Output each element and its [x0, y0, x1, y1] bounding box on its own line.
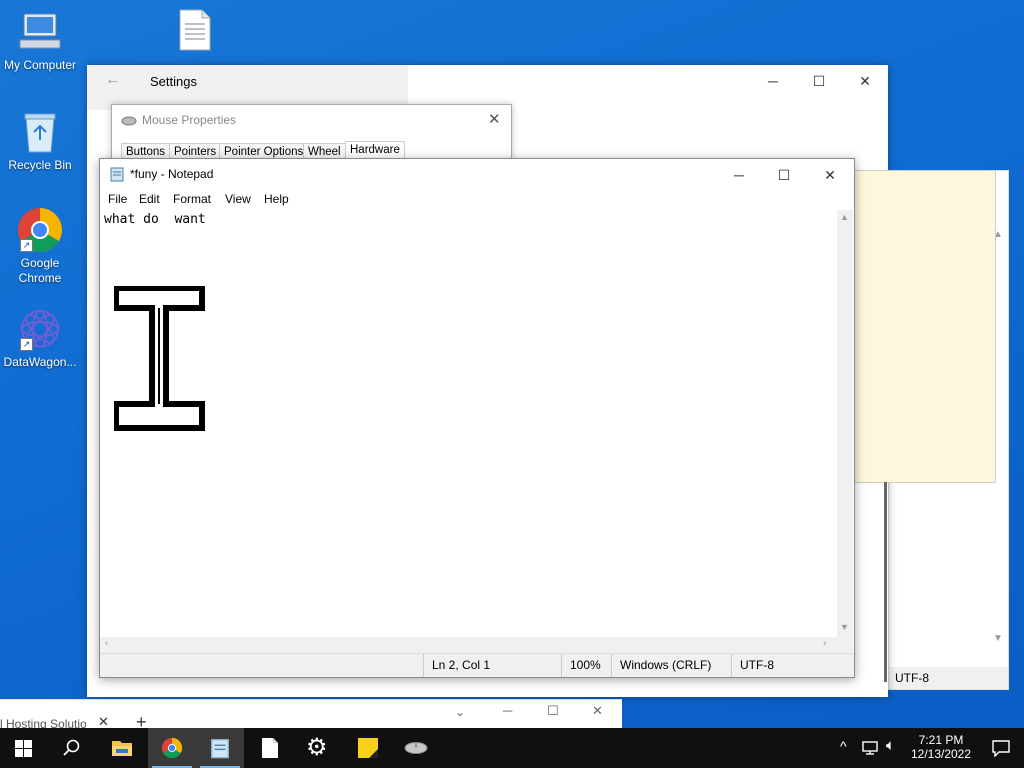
mouse-icon [404, 742, 428, 754]
menu-help[interactable]: Help [264, 192, 289, 206]
datawagon-icon: ↗ [16, 305, 64, 353]
notifications-button[interactable] [980, 728, 1024, 768]
maximize-button[interactable]: ☐ [761, 159, 807, 191]
scroll-left-icon[interactable]: ‹ [105, 638, 108, 649]
chevron-up-icon[interactable]: ^ [840, 738, 847, 754]
taskbar-settings[interactable]: ⚙ [294, 728, 342, 768]
notification-icon [992, 740, 1010, 757]
search-icon [63, 739, 80, 756]
notepad-title: *funy - Notepad [130, 167, 214, 181]
scroll-down-icon[interactable]: ▼ [993, 633, 1003, 644]
taskbar: ⚙ ^ 🔈︎ 7:21 PM 12/13/2022 [0, 728, 1024, 768]
zoom-level: 100% [561, 654, 610, 677]
menu-bar: File Edit Format View Help [100, 190, 854, 210]
desktop-icon-recycle-bin[interactable]: Recycle Bin [0, 108, 80, 173]
mouse-icon [121, 116, 137, 126]
clock-date: 12/13/2022 [910, 747, 972, 761]
chrome-icon [161, 737, 183, 759]
window-divider [884, 482, 887, 682]
taskbar-notepad[interactable] [196, 728, 244, 768]
text-file-icon [178, 8, 212, 52]
shortcut-arrow-icon: ↗ [20, 239, 33, 252]
cursor-position: Ln 2, Col 1 [423, 654, 552, 677]
line-ending: Windows (CRLF) [611, 654, 722, 677]
mouse-properties-dialog[interactable]: Mouse Properties ✕ Buttons Pointers Poin… [111, 104, 512, 164]
menu-file[interactable]: File [108, 192, 127, 206]
encoding-label: UTF-8 [895, 671, 929, 685]
encoding: UTF-8 [731, 654, 840, 677]
horizontal-scrollbar[interactable]: ‹ › [100, 637, 837, 653]
computer-icon [16, 8, 64, 56]
scroll-up-icon[interactable]: ▲ [840, 212, 849, 222]
settings-icon: ⚙ [306, 734, 328, 761]
desktop-icon-label: DataWagon... [3, 355, 77, 369]
minimize-icon[interactable]: ─ [503, 703, 512, 718]
close-button[interactable]: ✕ [842, 65, 888, 97]
scroll-down-icon[interactable]: ▼ [840, 622, 849, 632]
sticky-notes-icon [358, 738, 378, 758]
chevron-down-icon[interactable]: ⌄ [455, 705, 465, 719]
taskbar-document[interactable] [246, 728, 294, 768]
maximize-icon[interactable]: ☐ [547, 703, 559, 719]
notepad-titlebar: *funy - Notepad ─ ☐ ✕ [100, 159, 854, 190]
network-icon[interactable] [862, 740, 880, 756]
minimize-button[interactable]: ─ [750, 65, 796, 97]
close-icon[interactable]: ✕ [488, 110, 501, 128]
taskbar-sticky-notes[interactable] [344, 728, 392, 768]
document-icon [262, 738, 278, 758]
taskbar-chrome[interactable] [148, 728, 196, 768]
clock[interactable]: 7:21 PM 12/13/2022 [905, 728, 977, 768]
clock-time: 7:21 PM [918, 733, 964, 747]
status-bar: Ln 2, Col 1 100% Windows (CRLF) UTF-8 [100, 653, 854, 677]
text-editor[interactable]: what do want [100, 210, 837, 637]
taskbar-mouse-properties[interactable] [392, 728, 440, 768]
dialog-title: Mouse Properties [142, 113, 237, 127]
menu-edit[interactable]: Edit [139, 192, 160, 206]
desktop-icon-google-chrome[interactable]: ↗ Google Chrome [0, 206, 80, 286]
taskbar-file-explorer[interactable] [98, 728, 146, 768]
i-beam-cursor-icon [114, 286, 205, 431]
maximize-button[interactable]: ☐ [796, 65, 842, 97]
shortcut-arrow-icon: ↗ [20, 338, 33, 351]
chrome-icon: ↗ [16, 206, 64, 254]
menu-format[interactable]: Format [173, 192, 211, 206]
start-button[interactable] [0, 728, 48, 768]
resize-grip[interactable] [837, 637, 853, 653]
volume-icon[interactable]: 🔈︎ [886, 737, 895, 754]
file-explorer-icon [112, 741, 132, 756]
notepad-icon [211, 739, 229, 759]
menu-view[interactable]: View [225, 192, 251, 206]
minimize-button[interactable]: ─ [716, 159, 762, 191]
desktop-icon-label: My Computer [3, 58, 77, 72]
notepad-window[interactable]: *funy - Notepad ─ ☐ ✕ File Edit Format V… [99, 158, 855, 678]
notepad-icon [110, 167, 124, 182]
system-tray: ^ 🔈︎ [838, 728, 910, 768]
close-icon[interactable]: ✕ [592, 703, 603, 719]
scroll-right-icon[interactable]: › [823, 638, 826, 649]
sticky-note-window[interactable] [852, 170, 996, 483]
back-arrow-icon[interactable]: ← [105, 71, 121, 89]
desktop-icon-datawagon[interactable]: ↗ DataWagon... [0, 305, 80, 370]
browser-window[interactable]: l Hosting Solutio ✕ + ⌄ ─ ☐ ✕ [0, 699, 622, 732]
search-button[interactable] [48, 728, 96, 768]
desktop-icon-my-computer[interactable]: My Computer [0, 8, 80, 73]
recycle-bin-icon [16, 108, 64, 156]
close-button[interactable]: ✕ [807, 159, 853, 191]
desktop-icon-funy-file[interactable] [178, 8, 212, 54]
status-bar: UTF-8 [889, 667, 1008, 689]
editor-text: what do want [104, 212, 206, 227]
vertical-scrollbar[interactable]: ▲ ▼ [837, 210, 853, 637]
windows-logo-icon [15, 740, 32, 757]
settings-title: Settings [150, 74, 197, 89]
desktop-icon-label: Google Chrome [18, 256, 62, 285]
desktop-icon-label: Recycle Bin [8, 158, 72, 172]
